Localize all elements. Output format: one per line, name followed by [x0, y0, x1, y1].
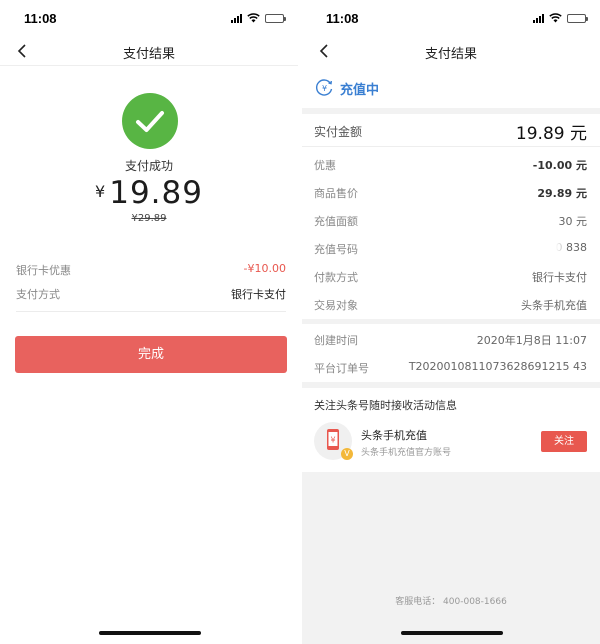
status-bar: 11:08 — [302, 0, 600, 36]
detail-label: 支付方式 — [16, 288, 60, 301]
detail-value: 头条手机充值 — [521, 299, 587, 312]
detail-value: 银行卡支付 — [231, 288, 286, 301]
recharge-detail-screen: 11:08 支付结果 ¥ 充值中 实付金额 19.89 元 优惠 -10.00 … — [302, 0, 600, 644]
success-checkmark-icon — [122, 93, 178, 149]
signal-icon — [231, 13, 242, 23]
detail-value: -¥10.00 — [243, 262, 286, 275]
paid-amount-row: 实付金额 19.89 元 — [302, 114, 600, 147]
recharge-status-header: ¥ 充值中 — [302, 66, 600, 108]
detail-label: 创建时间 — [314, 334, 358, 347]
status-time: 11:08 — [326, 11, 359, 26]
detail-value: 29.89 元 — [537, 187, 587, 200]
svg-text:¥: ¥ — [330, 436, 335, 445]
success-text: 支付成功 — [124, 159, 173, 173]
detail-label: 充值号码 — [314, 243, 358, 256]
detail-label: 交易对象 — [314, 299, 358, 312]
detail-row-created-time: 创建时间 2020年1月8日 11:07 — [314, 332, 587, 350]
amount-value: 19.89 — [109, 175, 203, 211]
detail-label: 商品售价 — [314, 187, 358, 200]
account-name: 头条手机充值 — [361, 429, 427, 442]
detail-row-phone-number: 充值号码 180 838 — [314, 240, 587, 259]
detail-label: 充值面额 — [314, 215, 358, 228]
original-price-value: ¥29.89 — [131, 213, 167, 224]
wifi-icon — [549, 13, 562, 23]
detail-row-payment-method: 支付方式 银行卡支付 — [16, 286, 286, 304]
nav-bar: 支付结果 — [302, 36, 600, 66]
home-indicator[interactable] — [401, 631, 503, 635]
page-title: 支付结果 — [424, 47, 477, 62]
home-indicator[interactable] — [99, 631, 201, 635]
divider — [16, 311, 286, 312]
paid-amount: ¥19.89 — [0, 175, 298, 211]
detail-row-counterparty: 交易对象 头条手机充值 — [314, 297, 587, 315]
original-price: ¥29.89 — [0, 213, 298, 224]
paid-amount-value: 19.89 元 — [515, 124, 587, 144]
order-meta-card: 创建时间 2020年1月8日 11:07 平台订单号 T202001081107… — [302, 324, 600, 382]
follow-account-card: 关注头条号随时接收活动信息 ¥ V 头条手机充值 头条手机充值官方账号 关注 — [302, 388, 600, 472]
detail-value: -10.00 元 — [532, 159, 587, 172]
customer-service-phone[interactable]: 客服电话： 400-008-1666 — [302, 594, 600, 607]
nav-divider — [0, 65, 298, 66]
paid-amount-label: 实付金额 — [314, 125, 363, 139]
battery-icon — [567, 13, 588, 23]
detail-value: T2020010811073628691215 43 — [408, 360, 587, 373]
redaction-blur — [529, 240, 567, 256]
follow-prompt: 关注头条号随时接收活动信息 — [314, 399, 457, 412]
recharge-status-label: 充值中 — [340, 83, 380, 98]
detail-value: 银行卡支付 — [532, 271, 587, 284]
payment-result-screen: 11:08 支付结果 支付成功 ¥19.89 ¥29.89 银行卡优惠 -¥10… — [0, 0, 298, 644]
detail-label: 付款方式 — [314, 271, 358, 284]
wifi-icon — [247, 13, 260, 23]
detail-row-discount: 银行卡优惠 -¥10.00 — [16, 262, 286, 280]
svg-text:¥: ¥ — [322, 84, 327, 93]
yuan-refresh-icon: ¥ — [315, 79, 333, 96]
signal-icon — [533, 13, 544, 23]
currency-symbol: ¥ — [95, 182, 106, 201]
done-button[interactable]: 完成 — [15, 336, 287, 373]
detail-label: 银行卡优惠 — [16, 264, 71, 277]
page-title: 支付结果 — [122, 47, 175, 62]
detail-row-payment-method: 付款方式 银行卡支付 — [314, 269, 587, 287]
detail-label: 优惠 — [314, 159, 336, 172]
verified-badge-icon: V — [341, 448, 353, 460]
detail-row-face-value: 充值面额 30 元 — [314, 213, 587, 231]
nav-bar: 支付结果 — [0, 36, 298, 66]
battery-icon — [265, 13, 286, 23]
detail-row-discount: 优惠 -10.00 元 — [314, 157, 587, 175]
detail-row-order-number: 平台订单号 T2020010811073628691215 43 — [314, 360, 587, 378]
account-description: 头条手机充值官方账号 — [361, 448, 452, 458]
status-icons — [231, 13, 286, 23]
order-detail-card: 实付金额 19.89 元 优惠 -10.00 元 商品售价 29.89 元 充值… — [302, 114, 600, 319]
detail-value: 2020年1月8日 11:07 — [476, 334, 587, 347]
detail-row-price: 商品售价 29.89 元 — [314, 185, 587, 203]
follow-button[interactable]: 关注 — [541, 431, 587, 452]
status-time: 11:08 — [24, 11, 57, 26]
status-bar: 11:08 — [0, 0, 298, 36]
detail-value: 30 元 — [558, 215, 588, 228]
detail-label: 平台订单号 — [314, 362, 369, 375]
status-icons — [533, 13, 588, 23]
